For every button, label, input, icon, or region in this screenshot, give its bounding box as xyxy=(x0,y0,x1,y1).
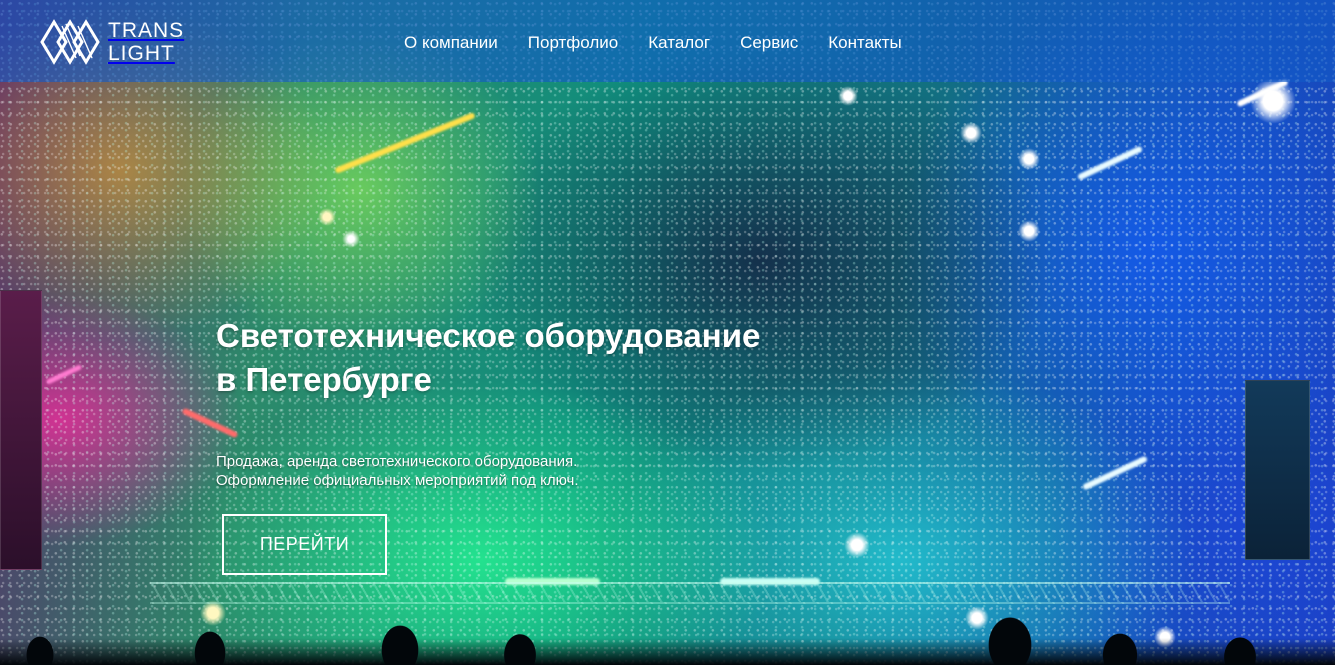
cta-go-button[interactable]: ПЕРЕЙТИ xyxy=(222,514,387,575)
stage-light xyxy=(1018,220,1040,242)
hero-headline-line1: Светотехническое оборудование xyxy=(216,317,761,354)
stage-light xyxy=(960,122,982,144)
stage-light xyxy=(342,230,360,248)
hero-subtext-line1: Продажа, аренда светотехнического оборуд… xyxy=(216,453,578,470)
stage-light xyxy=(1018,148,1040,170)
hero-headline-line2: в Петербурге xyxy=(216,361,432,398)
logo-text-line1: TRANS xyxy=(108,19,185,42)
stage-light xyxy=(318,208,336,226)
hero-subtext-line2: Оформление официальных мероприятий под к… xyxy=(216,472,579,489)
left-speaker-stack xyxy=(0,290,42,570)
nav-item-about[interactable]: О компании xyxy=(404,32,498,54)
stage-light xyxy=(1250,78,1296,124)
right-speaker-stack xyxy=(1245,380,1310,560)
hero-headline: Светотехническое оборудование в Петербур… xyxy=(216,314,856,402)
stage-truss xyxy=(150,582,1230,604)
nav-item-catalog[interactable]: Каталог xyxy=(648,32,710,54)
crowd-silhouettes xyxy=(0,605,1335,665)
logo-text-line2: LIGHT xyxy=(108,42,175,65)
stage-light xyxy=(844,532,870,558)
stage-light xyxy=(838,86,858,106)
logo-text: TRANS LIGHT xyxy=(108,19,184,65)
nav-item-portfolio[interactable]: Портфолио xyxy=(528,32,618,54)
site-logo[interactable]: TRANS LIGHT xyxy=(40,16,190,68)
nav-item-contacts[interactable]: Контакты xyxy=(828,32,901,54)
main-navigation: О компании Портфолио Каталог Сервис Конт… xyxy=(404,32,902,54)
nav-item-service[interactable]: Сервис xyxy=(740,32,798,54)
top-navbar: TRANS LIGHT О компании Портфолио Каталог… xyxy=(0,0,1335,82)
diamond-logo-icon xyxy=(40,19,100,65)
hero-subtext: Продажа, аренда светотехнического оборуд… xyxy=(216,452,736,490)
